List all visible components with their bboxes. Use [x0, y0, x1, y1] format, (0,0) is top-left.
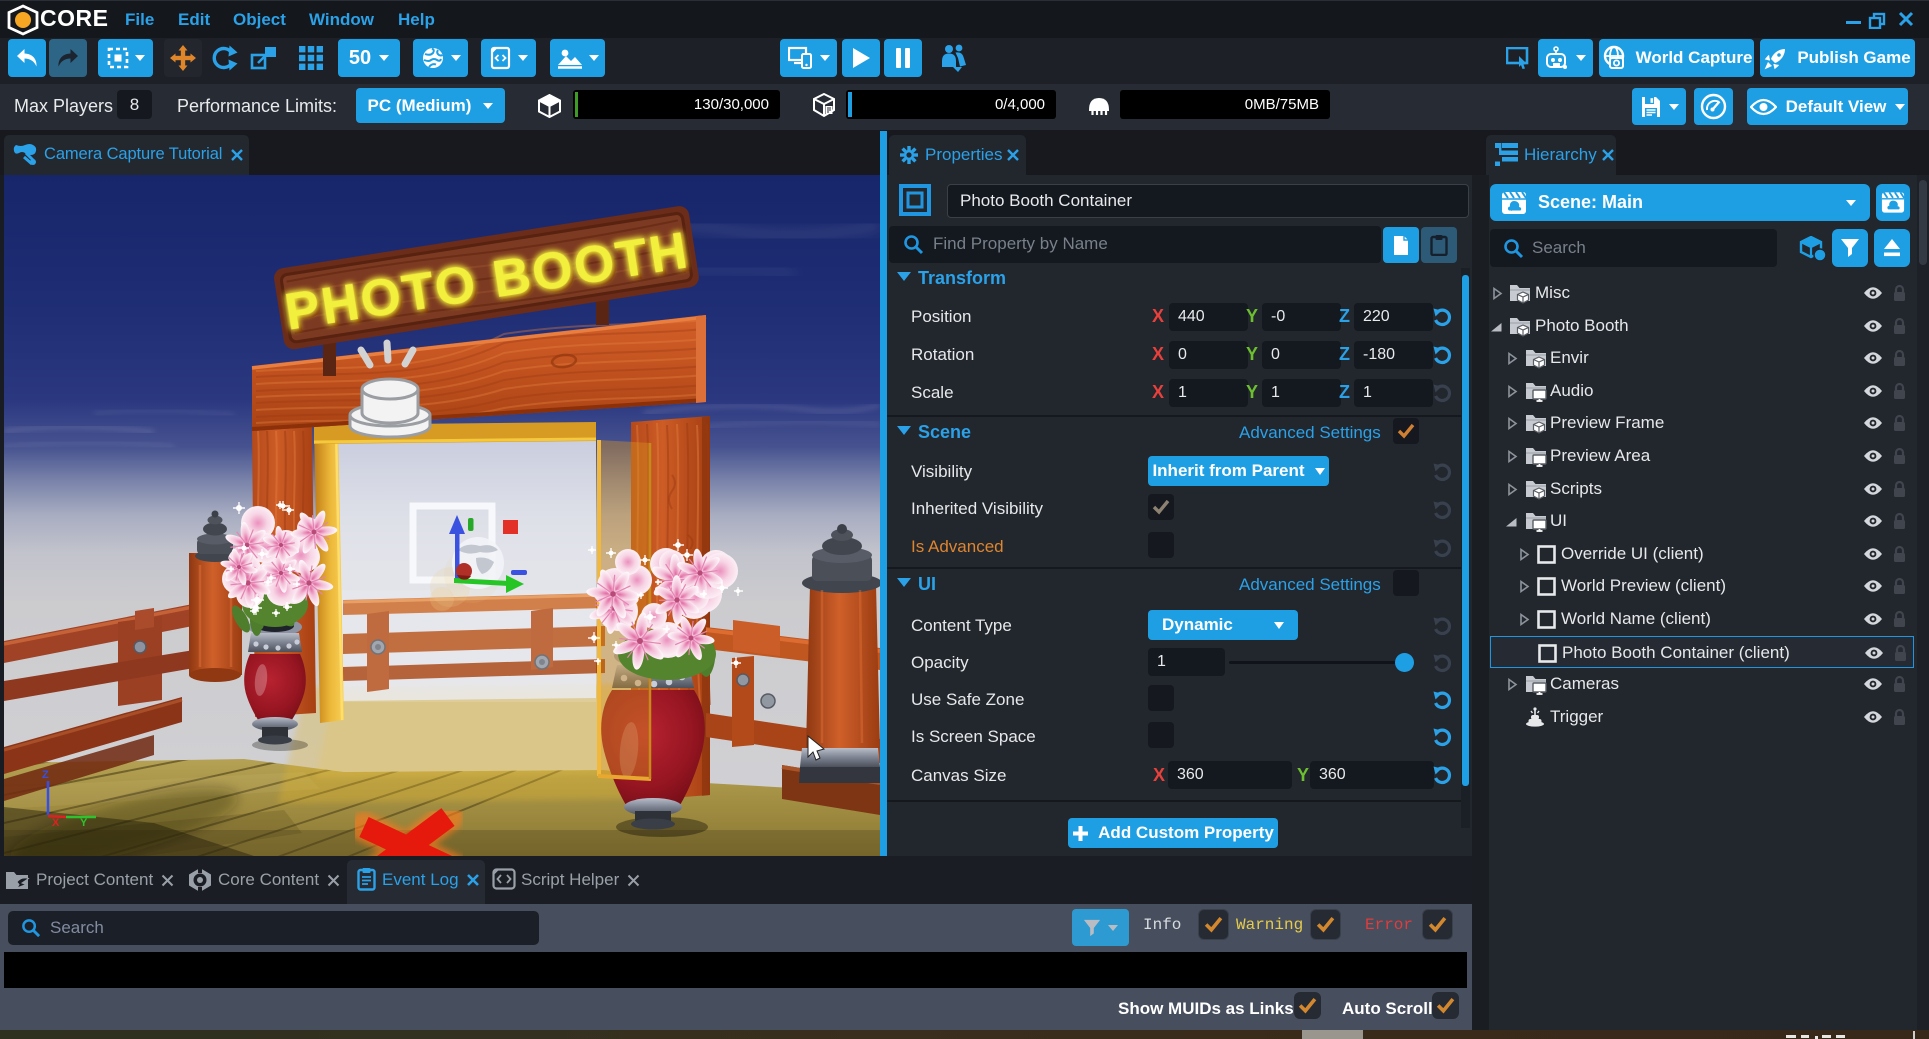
svg-text:Y: Y [80, 817, 88, 829]
svg-text:Z: Z [42, 769, 49, 781]
svg-text:X: X [52, 817, 60, 829]
